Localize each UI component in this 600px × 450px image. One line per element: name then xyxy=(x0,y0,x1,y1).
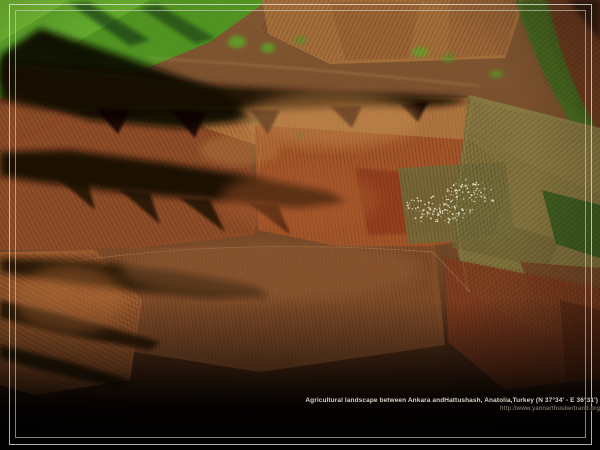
caption-title: Agricultural landscape between Ankara an… xyxy=(305,398,598,405)
wallpaper: Agricultural landscape between Ankara an… xyxy=(0,0,600,450)
aerial-photo xyxy=(0,0,600,450)
vignette xyxy=(0,0,600,450)
photo-caption: Agricultural landscape between Ankara an… xyxy=(305,398,598,412)
caption-url: http://www.yannarthusbertrand.org xyxy=(305,406,600,413)
